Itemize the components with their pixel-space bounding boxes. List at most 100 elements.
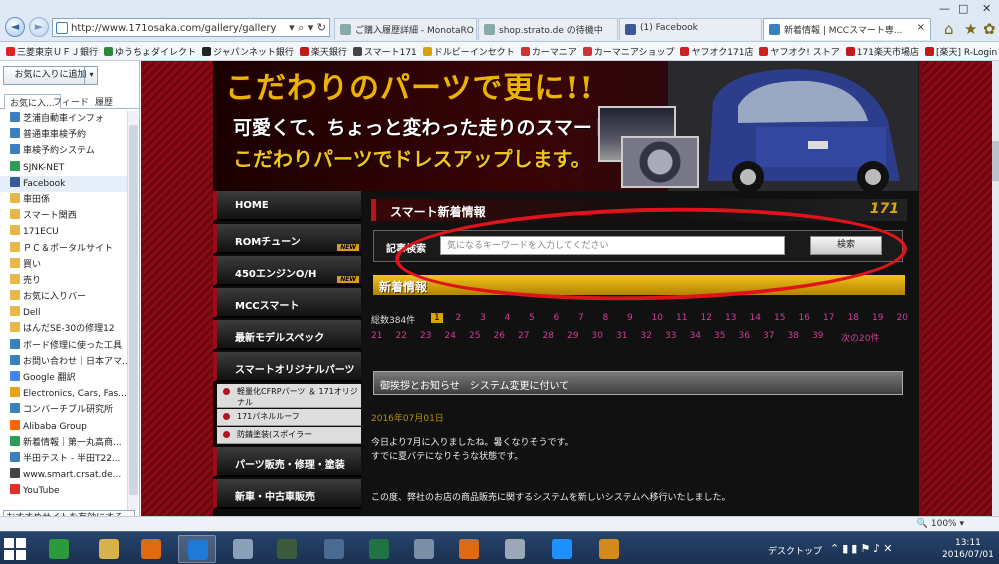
taskbar-player-app[interactable]: [450, 535, 488, 563]
site-nav-item[interactable]: HOME: [213, 191, 361, 221]
site-nav-item[interactable]: ROMチューン NEW: [213, 224, 361, 254]
page-link[interactable]: 9: [627, 313, 633, 323]
favorites-bar-link[interactable]: カーマニア: [520, 45, 577, 58]
taskbar-explorer-app[interactable]: [90, 535, 128, 563]
favorites-star-icon[interactable]: ★: [964, 20, 977, 38]
minimize-button[interactable]: —: [939, 2, 950, 15]
taskbar-game-app[interactable]: [268, 535, 306, 563]
add-favorites-dropdown-icon[interactable]: ▾: [84, 66, 98, 85]
back-button[interactable]: ◄: [5, 17, 25, 37]
system-tray[interactable]: ⌃▮▮⚑♪✕: [830, 542, 895, 555]
post-title[interactable]: 御挨拶とお知らせ システム変更に付いて: [380, 377, 569, 392]
url-text[interactable]: http://www.171osaka.com/gallery/gallery: [71, 23, 281, 34]
address-bar[interactable]: http://www.171osaka.com/gallery/gallery …: [52, 18, 330, 37]
page-link[interactable]: 39: [812, 331, 823, 341]
favorites-list-item[interactable]: 半田テスト - 半田T22...: [0, 451, 127, 467]
site-nav-item[interactable]: MCCスマート: [213, 288, 361, 318]
keyword-search-input[interactable]: [440, 236, 785, 255]
clock[interactable]: 13:11 2016/07/01: [942, 537, 994, 561]
taskbar-folders-app[interactable]: [224, 535, 262, 563]
favorites-list-item[interactable]: Alibaba Group: [0, 419, 127, 435]
favorites-list-item[interactable]: Electronics, Cars, Fas...: [0, 386, 127, 402]
favorites-bar-link[interactable]: ドルビーインセクト: [422, 45, 515, 58]
favorites-bar-link[interactable]: 三菱東京ＵＦＪ銀行: [6, 45, 98, 58]
page-link[interactable]: 1: [431, 313, 443, 323]
next-page-link[interactable]: 次の20件: [841, 331, 879, 344]
close-window-button[interactable]: ✕: [982, 2, 991, 15]
favorites-bar-link[interactable]: 楽天銀行: [299, 45, 347, 58]
page-link[interactable]: 2: [456, 313, 462, 323]
page-link[interactable]: 31: [616, 331, 627, 341]
taskbar-device-app[interactable]: [496, 535, 534, 563]
zoom-level[interactable]: 🔍 100% ▾: [917, 519, 964, 529]
favorites-bar-link[interactable]: ヤフオク171店: [680, 45, 753, 58]
site-nav-item[interactable]: 最新モデルスペック: [213, 320, 361, 350]
favorites-list-item[interactable]: はんだSE-30の修理12: [0, 321, 127, 337]
page-link[interactable]: 21: [371, 331, 382, 341]
forward-button[interactable]: ►: [29, 17, 49, 37]
page-link[interactable]: 25: [469, 331, 480, 341]
page-link[interactable]: 32: [641, 331, 652, 341]
favorites-bar-link[interactable]: ヤフオク! ストア: [759, 45, 840, 58]
settings-gear-icon[interactable]: ✿: [983, 20, 996, 38]
home-icon[interactable]: ⌂: [944, 20, 954, 38]
favorites-list-item[interactable]: 普通車車検予約: [0, 127, 127, 143]
page-link[interactable]: 29: [567, 331, 578, 341]
page-link[interactable]: 7: [578, 313, 584, 323]
tab-feeds[interactable]: フィード: [48, 94, 94, 109]
favorites-list-item[interactable]: ボード修理に使った工具: [0, 338, 127, 354]
page-link[interactable]: 11: [676, 313, 687, 323]
favorites-list-item[interactable]: SJNK-NET: [0, 160, 127, 176]
tab-monotaro[interactable]: ご購入履歴詳細 - MonotaRO: [334, 18, 477, 40]
tab-history[interactable]: 履歴: [90, 94, 118, 109]
page-link[interactable]: 37: [763, 331, 774, 341]
start-windows-icon[interactable]: [4, 538, 26, 560]
page-link[interactable]: 20: [897, 313, 908, 323]
page-link[interactable]: 23: [420, 331, 431, 341]
page-link[interactable]: 30: [592, 331, 603, 341]
favorites-list-item[interactable]: Google 翻訳: [0, 370, 127, 386]
page-link[interactable]: 19: [872, 313, 883, 323]
favorites-bar-link[interactable]: スマート171: [352, 45, 417, 58]
page-link[interactable]: 22: [396, 331, 407, 341]
taskbar-paint-app[interactable]: [405, 535, 443, 563]
favorites-list-item[interactable]: Dell: [0, 305, 127, 321]
page-link[interactable]: 3: [480, 313, 486, 323]
page-link[interactable]: 35: [714, 331, 725, 341]
tab-news-active[interactable]: 新着情報 | MCCスマート専... ×: [763, 18, 931, 40]
page-link[interactable]: 17: [823, 313, 834, 323]
favorites-bar-link[interactable]: ジャパンネット銀行: [202, 45, 294, 58]
site-subnav-item[interactable]: 防錆塗装(スポイラー: [217, 427, 361, 444]
page-link[interactable]: 13: [725, 313, 736, 323]
desktop-label[interactable]: デスクトップ: [768, 544, 822, 557]
page-link[interactable]: 24: [445, 331, 456, 341]
page-link[interactable]: 4: [505, 313, 511, 323]
favorites-list-item[interactable]: ＰＣ＆ポータルサイト: [0, 241, 127, 257]
site-nav-item[interactable]: パーツ販売・修理・塗装: [213, 447, 361, 477]
favorites-bar-link[interactable]: カーマニアショップ: [582, 45, 674, 58]
site-nav-item[interactable]: 450エンジンO/H NEW: [213, 256, 361, 286]
site-nav-item[interactable]: スマートオリジナルパーツ: [213, 352, 361, 382]
post-title-bar[interactable]: 御挨拶とお知らせ システム変更に付いて: [373, 371, 903, 395]
favorites-list-item[interactable]: スマート関西: [0, 208, 127, 224]
favorites-list-item[interactable]: お気に入りバー: [0, 289, 127, 305]
address-controls-icon[interactable]: ▾ ⌕ ▾ ↻: [289, 21, 326, 35]
site-subnav-item[interactable]: 軽量化CFRPパーツ ＆ 171オリジナル: [217, 384, 361, 408]
taskbar-store-app[interactable]: [40, 535, 78, 563]
taskbar-media-app[interactable]: [132, 535, 170, 563]
favorites-list-item[interactable]: 買い: [0, 257, 127, 273]
page-link[interactable]: 26: [494, 331, 505, 341]
favorites-list-item[interactable]: 売り: [0, 273, 127, 289]
page-link[interactable]: 18: [848, 313, 859, 323]
page-link[interactable]: 33: [665, 331, 676, 341]
page-link[interactable]: 38: [788, 331, 799, 341]
favorites-bar-link[interactable]: 171楽天市場店: [845, 45, 919, 58]
page-link[interactable]: 16: [799, 313, 810, 323]
scrollbar-thumb[interactable]: [129, 125, 138, 495]
taskbar-excel-app[interactable]: [360, 535, 398, 563]
page-link[interactable]: 10: [652, 313, 663, 323]
close-tab-icon[interactable]: ×: [917, 22, 925, 33]
search-button[interactable]: 検索: [810, 236, 882, 255]
favorites-list-item[interactable]: 171ECU: [0, 224, 127, 240]
favorites-list-item[interactable]: 新着情報｜第一丸高商...: [0, 435, 127, 451]
